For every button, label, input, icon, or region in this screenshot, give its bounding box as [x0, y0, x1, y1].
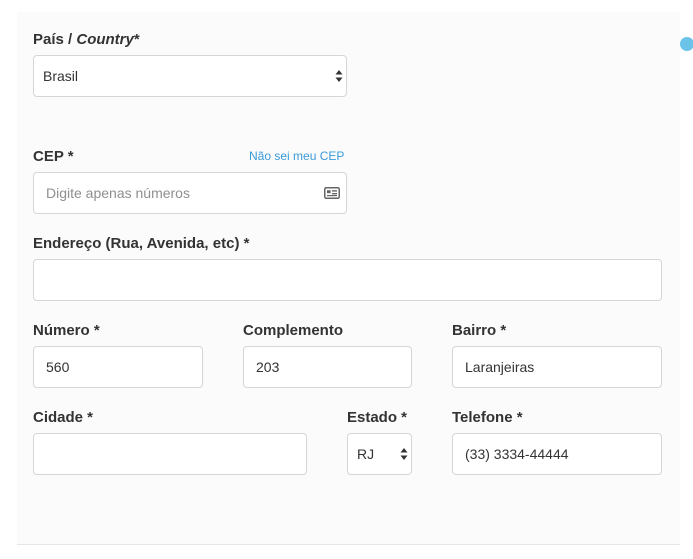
city-input[interactable] — [33, 433, 307, 475]
complement-label: Complemento — [243, 322, 344, 339]
country-required-mark: * — [133, 31, 140, 48]
unknown-cep-link[interactable]: Não sei meu CEP — [249, 149, 344, 163]
complement-value: 203 — [256, 359, 280, 375]
state-label: Estado * — [347, 409, 408, 426]
cep-input[interactable]: Digite apenas números — [33, 172, 347, 214]
state-select-value: RJ — [357, 446, 375, 462]
country-label: País / Country* — [33, 31, 140, 48]
country-label-italic: Country — [76, 31, 134, 48]
phone-value: (33) 3334-44444 — [465, 446, 569, 462]
address-card-icon — [324, 187, 340, 199]
state-select[interactable]: RJ — [347, 433, 412, 475]
country-select-value: Brasil — [43, 68, 79, 84]
neighborhood-value: Laranjeiras — [465, 359, 535, 375]
select-arrows-icon — [335, 70, 343, 82]
select-arrows-icon — [400, 448, 408, 460]
neighborhood-input[interactable]: Laranjeiras — [452, 346, 662, 388]
phone-input[interactable]: (33) 3334-44444 — [452, 433, 662, 475]
number-label: Número * — [33, 322, 100, 339]
cep-label: CEP * — [33, 148, 74, 165]
address-label: Endereço (Rua, Avenida, etc) * — [33, 235, 250, 252]
cep-placeholder: Digite apenas números — [46, 185, 190, 201]
country-select[interactable]: Brasil — [33, 55, 347, 97]
address-input[interactable] — [33, 259, 662, 301]
country-label-prefix: País / — [33, 31, 77, 48]
city-label: Cidade * — [33, 409, 94, 426]
complement-input[interactable]: 203 — [243, 346, 412, 388]
phone-label: Telefone * — [452, 409, 523, 426]
number-value: 560 — [46, 359, 70, 375]
scroll-indicator-dot[interactable] — [680, 37, 693, 51]
neighborhood-label: Bairro * — [452, 322, 507, 339]
number-input[interactable]: 560 — [33, 346, 203, 388]
